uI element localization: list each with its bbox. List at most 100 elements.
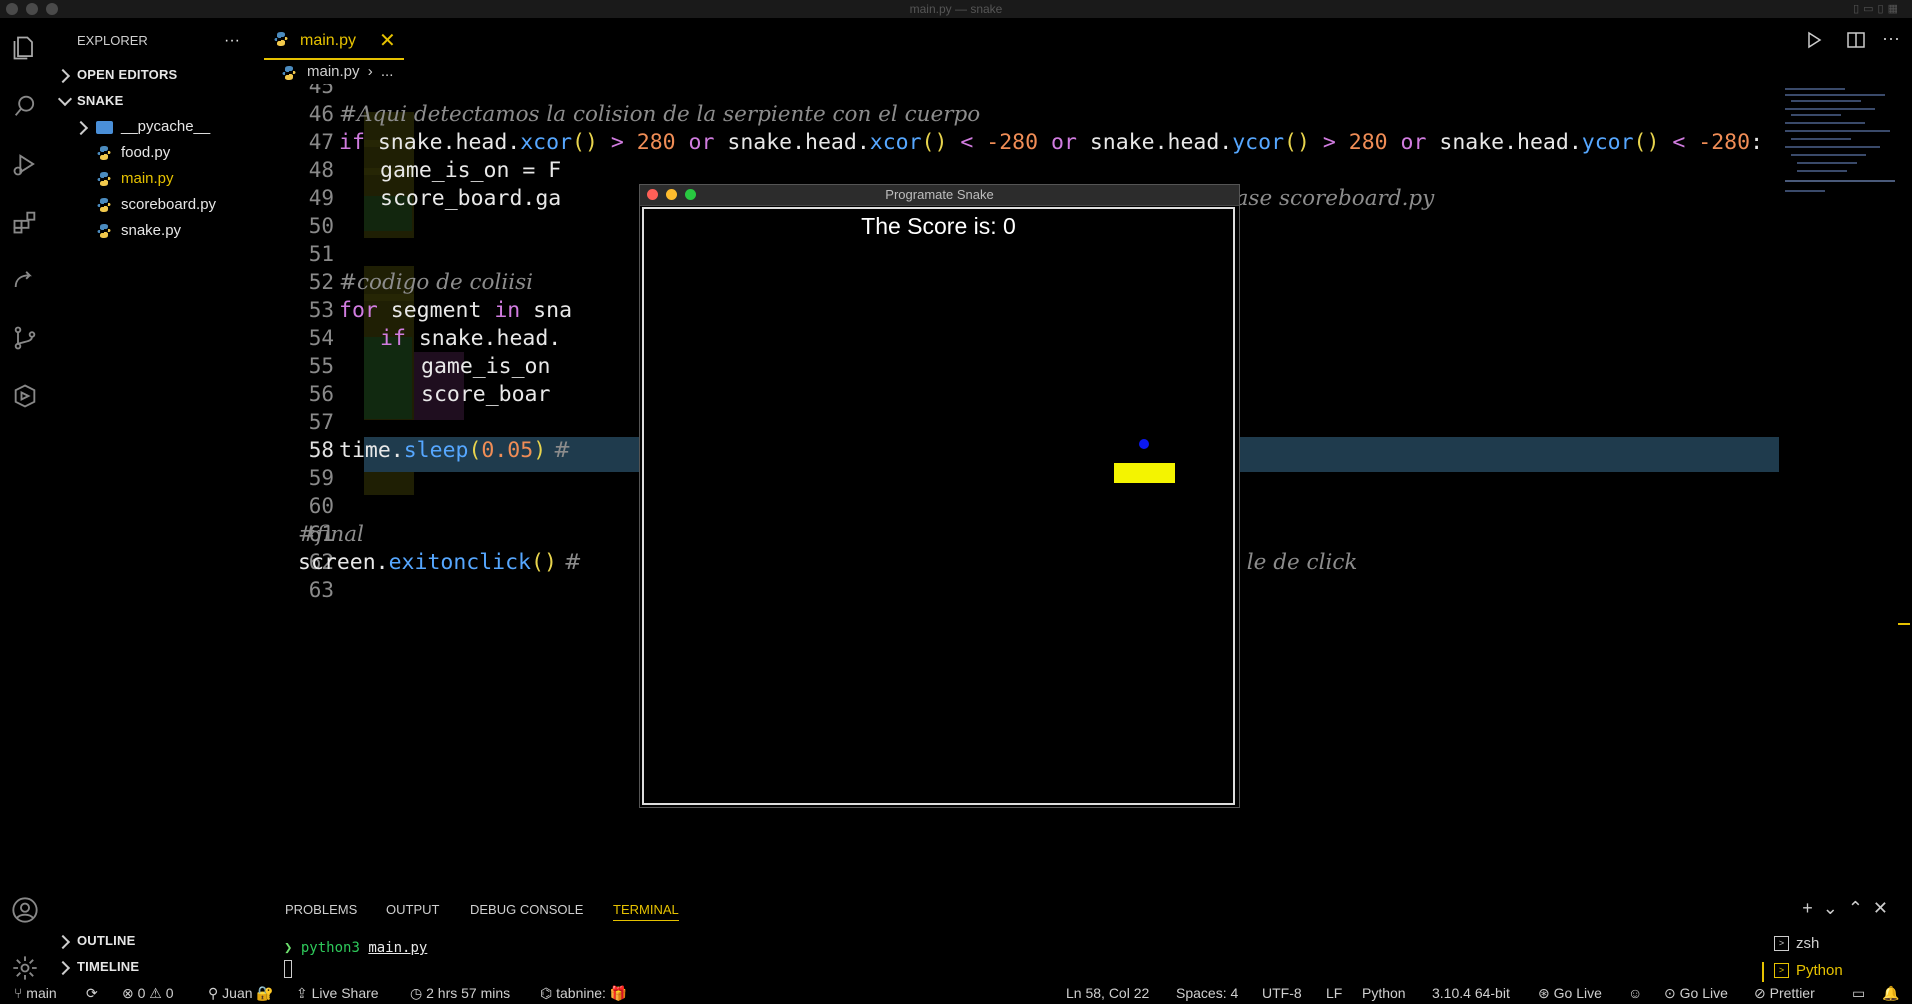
- open-editors-section[interactable]: OPEN EDITORS: [50, 62, 264, 88]
- panel-actions[interactable]: +⌄⌃✕: [1802, 898, 1898, 919]
- tab-terminal[interactable]: TERMINAL: [613, 902, 679, 921]
- line-number-current: 58: [308, 438, 334, 462]
- python-file-icon: [274, 32, 288, 46]
- activity-bar: [0, 18, 50, 983]
- sync-icon[interactable]: ⟳: [86, 985, 98, 1002]
- line-number: 57: [308, 410, 334, 434]
- terminal-item-zsh[interactable]: > zsh: [1774, 930, 1843, 957]
- python-version-status[interactable]: 3.10.4 64-bit: [1432, 985, 1510, 1001]
- settings-gear-icon[interactable]: [0, 948, 50, 988]
- breadcrumb-rest: ...: [380, 63, 394, 80]
- branch-status[interactable]: ⑂ main: [14, 985, 57, 1001]
- code-comment: o le de click: [1227, 550, 1358, 575]
- tab-problems[interactable]: PROBLEMS: [285, 902, 357, 917]
- file-item-scoreboard[interactable]: scoreboard.py: [50, 192, 264, 218]
- terminal-line[interactable]: ❯ python3 main.py: [284, 940, 427, 956]
- explorer-more-icon[interactable]: ···: [224, 28, 254, 54]
- encoding-status[interactable]: UTF-8: [1262, 985, 1302, 1001]
- score-label: The Score is: 0: [861, 213, 1016, 239]
- line-number: 59: [308, 466, 334, 490]
- live-share-status[interactable]: ⇪ Live Share: [296, 985, 379, 1002]
- editor-tabs: main.py ✕ ···: [264, 18, 1912, 60]
- language-status[interactable]: Python: [1362, 985, 1406, 1001]
- close-icon[interactable]: ✕: [379, 28, 396, 53]
- open-editors-label: OPEN EDITORS: [77, 67, 178, 82]
- folder-icon: [96, 121, 113, 134]
- layout-toggle-icons[interactable]: ▯▭▯▦: [1853, 2, 1902, 15]
- indentation-status[interactable]: Spaces: 4: [1176, 985, 1238, 1001]
- file-label: scoreboard.py: [121, 196, 217, 213]
- cursor-position[interactable]: Ln 58, Col 22: [1066, 985, 1149, 1001]
- go-live-status[interactable]: ⊛ Go Live: [1538, 985, 1602, 1002]
- timeline-section[interactable]: TIMELINE: [50, 954, 264, 980]
- line-number: 55: [308, 354, 334, 378]
- code-line-54: if snake.head.: [380, 326, 562, 351]
- source-control-icon[interactable]: [0, 318, 50, 358]
- remote-explorer-icon[interactable]: [0, 376, 50, 416]
- account-icon[interactable]: [0, 890, 50, 930]
- file-label: main.py: [121, 170, 174, 187]
- line-number: 52: [308, 270, 334, 294]
- code-comment: #final: [298, 522, 364, 547]
- file-label: snake.py: [121, 222, 182, 239]
- code-comment: #codigo de coliisi: [339, 270, 534, 295]
- snake-folder-section[interactable]: SNAKE: [50, 88, 264, 114]
- split-editor-icon: [1847, 32, 1865, 48]
- game-canvas[interactable]: The Score is: 0: [642, 207, 1235, 805]
- more-actions-icon[interactable]: ···: [1882, 28, 1900, 49]
- prettier-status[interactable]: ⊘ Prettier: [1754, 985, 1815, 1002]
- copilot-icon[interactable]: ☺: [1628, 985, 1642, 1001]
- tab-output[interactable]: OUTPUT: [386, 902, 439, 917]
- time-tracker-status[interactable]: ◷ 2 hrs 57 mins: [410, 985, 510, 1002]
- breadcrumb-file: main.py: [307, 63, 360, 80]
- line-number: 53: [308, 298, 334, 322]
- folder-label: SNAKE: [77, 93, 124, 108]
- tabnine-status[interactable]: ⌬ tabnine: 🎁: [540, 985, 627, 1002]
- split-editor-button[interactable]: [1846, 30, 1866, 50]
- file-item-snake[interactable]: snake.py: [50, 218, 264, 244]
- terminal-item-python[interactable]: > Python: [1774, 957, 1843, 984]
- code-line-56: score_boar: [421, 382, 551, 407]
- explorer-sidebar: EXPLORER ··· OPEN EDITORS SNAKE __pycach…: [50, 18, 264, 983]
- code-line-48: game_is_on = F: [380, 158, 562, 183]
- terminal-icon: >: [1774, 963, 1789, 978]
- file-item-main[interactable]: main.py: [50, 166, 264, 192]
- code-line-49: score_board.ga: [380, 186, 562, 211]
- notifications-bell-icon[interactable]: 🔔: [1882, 985, 1899, 1002]
- tab-main-py[interactable]: main.py ✕: [264, 26, 404, 60]
- python-file-icon: [97, 224, 111, 238]
- snake-body: [1114, 463, 1175, 483]
- python-file-icon: [97, 146, 111, 160]
- terminal-active-indicator: [1762, 962, 1764, 982]
- problems-status[interactable]: ⊗ 0 ⚠ 0: [122, 985, 174, 1002]
- timeline-label: TIMELINE: [77, 959, 140, 974]
- outline-section[interactable]: OUTLINE: [50, 928, 264, 954]
- line-number: 63: [308, 578, 334, 602]
- eol-status[interactable]: LF: [1326, 985, 1342, 1001]
- line-number: 48: [308, 158, 334, 182]
- run-debug-icon[interactable]: [0, 144, 50, 184]
- search-icon[interactable]: [0, 86, 50, 126]
- user-status[interactable]: ⚲ Juan 🔐: [208, 985, 274, 1002]
- terminal-cursor: [284, 960, 292, 978]
- run-button[interactable]: [1802, 28, 1826, 52]
- chevron-right-icon: [55, 68, 71, 84]
- layout-icon[interactable]: ▭: [1852, 985, 1865, 1002]
- code-line-62: screen.exitonclick() #: [298, 550, 582, 575]
- code-line-55: game_is_on: [421, 354, 551, 379]
- terminal-list: > zsh > Python: [1774, 930, 1843, 984]
- python-file-icon: [97, 172, 111, 186]
- file-item-pycache[interactable]: __pycache__: [50, 114, 264, 140]
- game-window[interactable]: Programate Snake The Score is: 0: [639, 184, 1240, 808]
- explorer-icon[interactable]: [0, 28, 50, 68]
- minimap[interactable]: [1785, 86, 1895, 216]
- tab-label: main.py: [300, 32, 357, 49]
- live-share-icon[interactable]: [0, 260, 50, 300]
- file-item-food[interactable]: food.py: [50, 140, 264, 166]
- tab-debug-console[interactable]: DEBUG CONSOLE: [470, 902, 583, 917]
- breadcrumb[interactable]: main.py › ...: [282, 63, 393, 80]
- chevron-right-icon: [73, 120, 89, 136]
- terminal-file-link[interactable]: main.py: [368, 940, 427, 956]
- go-live-status-2[interactable]: ⊙ Go Live: [1664, 985, 1728, 1002]
- extensions-icon[interactable]: [0, 202, 50, 242]
